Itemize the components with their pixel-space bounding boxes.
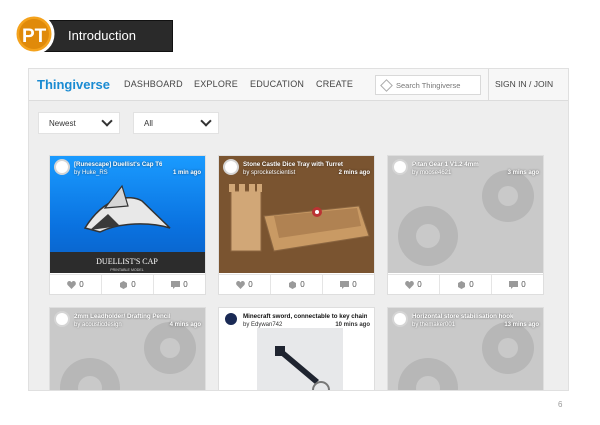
collect-icon <box>458 281 466 289</box>
sort-dropdown[interactable]: Newest <box>38 112 120 134</box>
comment-button[interactable]: 0 <box>154 275 205 294</box>
image-caption: DUELLIST'S CAP <box>96 257 158 266</box>
site-brand[interactable]: Thingiverse <box>37 77 110 92</box>
card-thumbnail[interactable]: Horizontal store stabilisation hook by t… <box>388 308 543 390</box>
thing-card[interactable]: Stone Castle Dice Tray with Turret by sp… <box>218 155 375 295</box>
like-count: 0 <box>248 280 253 289</box>
avatar[interactable] <box>223 311 239 327</box>
sign-in-link[interactable]: SIGN IN / JOIN <box>495 79 553 89</box>
nav-education[interactable]: EDUCATION <box>250 79 304 89</box>
category-value: All <box>144 119 153 128</box>
like-count: 0 <box>79 280 84 289</box>
thing-card[interactable]: Pitan Gear 1 V1.2 4mm by moose4621 3 min… <box>387 155 544 295</box>
collect-icon <box>120 281 128 289</box>
heart-icon <box>236 281 246 289</box>
slide-header: PT Introduction <box>12 13 173 55</box>
card-title[interactable]: [Runescape] Duellist's Cap T6 <box>74 161 162 168</box>
thing-card[interactable]: 2mm Leadholder/ Drafting Pencil by acous… <box>49 307 206 390</box>
minecraft-sword-image <box>219 308 374 390</box>
comment-count: 0 <box>183 280 188 289</box>
sort-value: Newest <box>49 119 76 128</box>
card-author[interactable]: by Edywan742 <box>243 322 282 328</box>
card-time: 2 mins ago <box>338 170 370 176</box>
avatar[interactable] <box>54 311 70 327</box>
placeholder-gear-icon <box>60 322 196 390</box>
category-dropdown[interactable]: All <box>133 112 219 134</box>
search-placeholder: Search Thingiverse <box>396 81 461 90</box>
nav-divider <box>488 69 489 101</box>
comment-icon <box>171 281 181 289</box>
card-stats: 0 0 0 <box>388 274 543 294</box>
collect-button[interactable]: 0 <box>440 275 492 294</box>
search-input[interactable]: Search Thingiverse <box>375 75 481 95</box>
heart-icon <box>405 281 415 289</box>
collect-count: 0 <box>131 280 136 289</box>
chevron-down-icon <box>101 115 113 127</box>
card-time: 13 mins ago <box>504 322 539 328</box>
card-thumbnail[interactable]: 2mm Leadholder/ Drafting Pencil by acous… <box>50 308 205 390</box>
avatar[interactable] <box>54 159 70 175</box>
search-icon <box>380 79 393 92</box>
heart-icon <box>67 281 77 289</box>
comment-count: 0 <box>352 280 357 289</box>
avatar[interactable] <box>223 159 239 175</box>
card-thumbnail[interactable]: Stone Castle Dice Tray with Turret by sp… <box>219 156 374 273</box>
card-author[interactable]: by themaker001 <box>412 322 455 328</box>
card-stats: 0 0 0 <box>50 274 205 294</box>
card-time: 1 min ago <box>172 170 201 176</box>
comment-icon <box>509 281 519 289</box>
card-author[interactable]: by Huke_RS <box>74 170 108 176</box>
card-title[interactable]: Pitan Gear 1 V1.2 4mm <box>412 161 479 168</box>
page-number: 6 <box>558 400 563 409</box>
comment-button[interactable]: 0 <box>492 275 543 294</box>
card-title[interactable]: Horizontal store stabilisation hook <box>412 313 513 320</box>
thing-card[interactable]: Horizontal store stabilisation hook by t… <box>387 307 544 390</box>
card-author[interactable]: by sprocketscientist <box>243 170 295 176</box>
like-count: 0 <box>417 280 422 289</box>
comment-count: 0 <box>521 280 526 289</box>
image-subcaption: PRINTABLE MODEL <box>110 268 143 272</box>
collect-button[interactable]: 0 <box>271 275 323 294</box>
thing-card[interactable]: Minecraft sword, connectable to key chai… <box>218 307 375 390</box>
card-thumbnail[interactable]: DUELLIST'S CAP PRINTABLE MODEL [Runescap… <box>50 156 205 273</box>
collect-count: 0 <box>300 280 305 289</box>
collect-icon <box>289 281 297 289</box>
presentation-slide: PT Introduction Thingiverse DASHBOARD EX… <box>0 0 600 425</box>
thing-card[interactable]: DUELLIST'S CAP PRINTABLE MODEL [Runescap… <box>49 155 206 295</box>
card-time: 4 mins ago <box>169 322 201 328</box>
avatar[interactable] <box>392 311 408 327</box>
card-thumbnail[interactable]: Pitan Gear 1 V1.2 4mm by moose4621 3 min… <box>388 156 543 273</box>
card-title[interactable]: 2mm Leadholder/ Drafting Pencil <box>74 313 171 320</box>
card-title[interactable]: Stone Castle Dice Tray with Turret <box>243 161 343 168</box>
card-thumbnail[interactable]: Minecraft sword, connectable to key chai… <box>219 308 374 390</box>
collect-button[interactable]: 0 <box>102 275 154 294</box>
comment-button[interactable]: 0 <box>323 275 374 294</box>
collect-count: 0 <box>469 280 474 289</box>
avatar[interactable] <box>392 159 408 175</box>
card-author[interactable]: by moose4621 <box>412 170 451 176</box>
card-time: 10 mins ago <box>335 322 370 328</box>
thingiverse-screenshot: Thingiverse DASHBOARD EXPLORE EDUCATION … <box>28 68 569 391</box>
nav-explore[interactable]: EXPLORE <box>194 79 238 89</box>
placeholder-gear-icon <box>398 322 534 390</box>
card-title[interactable]: Minecraft sword, connectable to key chai… <box>243 313 367 320</box>
comment-icon <box>340 281 350 289</box>
nav-create[interactable]: CREATE <box>316 79 353 89</box>
nav-dashboard[interactable]: DASHBOARD <box>124 79 183 89</box>
like-button[interactable]: 0 <box>50 275 102 294</box>
chevron-down-icon <box>200 115 212 127</box>
card-stats: 0 0 0 <box>219 274 374 294</box>
like-button[interactable]: 0 <box>388 275 440 294</box>
card-author[interactable]: by acousticdesign <box>74 322 122 328</box>
card-time: 3 mins ago <box>507 170 539 176</box>
slide-title: Introduction <box>68 28 136 43</box>
logo-text: PT <box>22 26 47 47</box>
pt-logo-icon: PT <box>13 13 55 55</box>
site-navbar: Thingiverse DASHBOARD EXPLORE EDUCATION … <box>29 69 568 101</box>
like-button[interactable]: 0 <box>219 275 271 294</box>
